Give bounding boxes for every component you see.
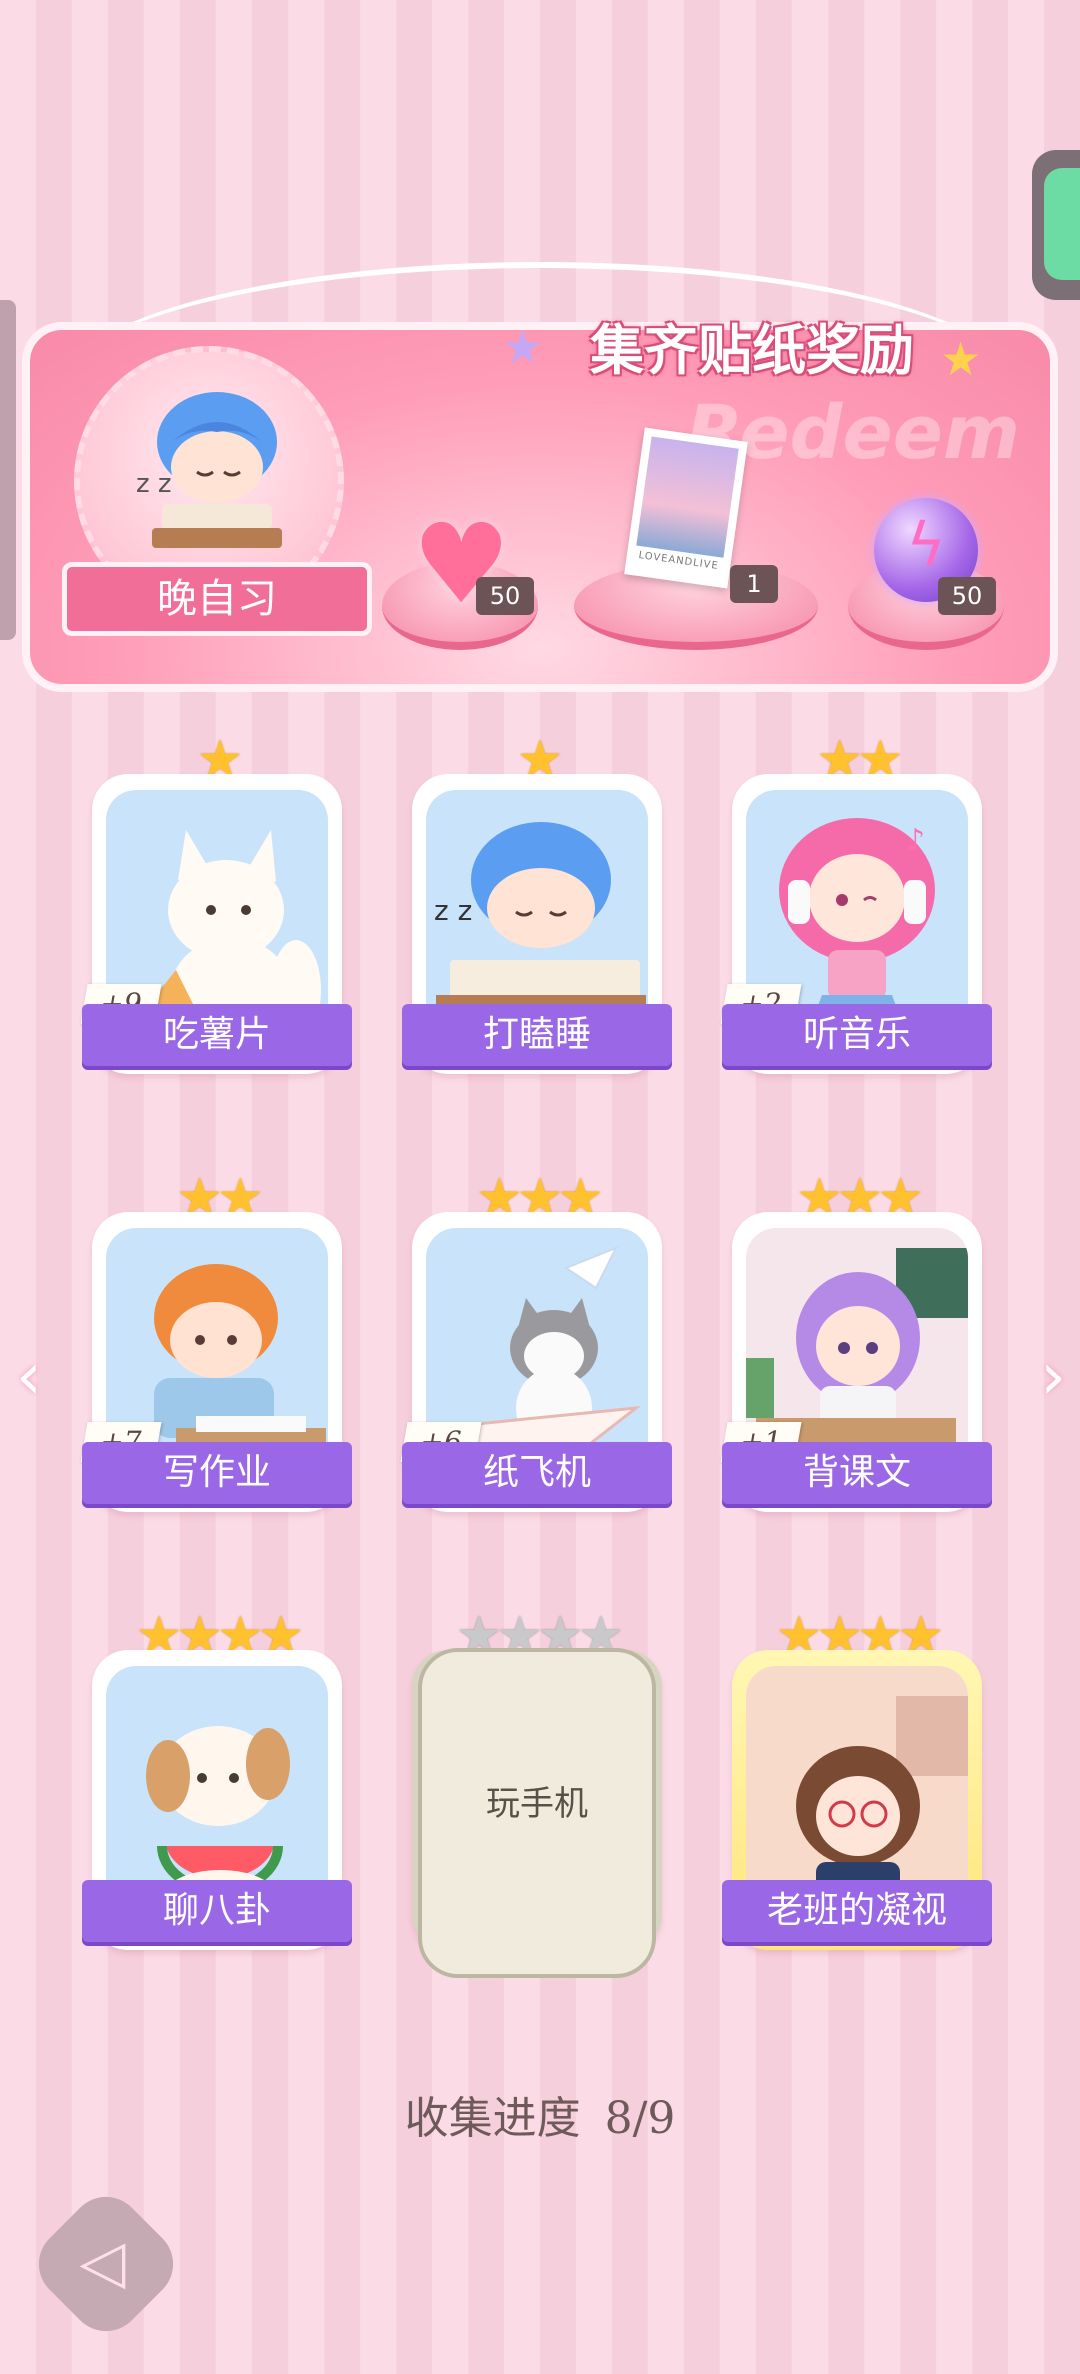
locked-sticker-label: 玩手机 xyxy=(486,1784,588,1824)
sticker-card[interactable]: ★ +9 吃薯片 xyxy=(80,732,352,1084)
sticker-label: 背课文 xyxy=(722,1442,992,1504)
sticker-card-special[interactable]: ★★★★ 老班的凝视 xyxy=(722,1608,992,1960)
svg-text:z z: z z xyxy=(136,469,172,499)
sticker-label: 吃薯片 xyxy=(82,1004,352,1066)
sticker-card[interactable]: ★★★★ 聊八卦 xyxy=(82,1608,352,1960)
featured-sticker-label: 晚自习 xyxy=(62,562,372,636)
reward-title: 集齐贴纸奖励 xyxy=(590,318,914,382)
sticker-card[interactable]: ★★★ +6 纸飞机 xyxy=(400,1170,672,1522)
progress-label: 收集进度 xyxy=(404,2093,581,2144)
sticker-card[interactable]: ★ z z 打瞌睡 xyxy=(402,732,672,1084)
sticker-label: 打瞌睡 xyxy=(402,1004,672,1066)
sticker-label: 聊八卦 xyxy=(82,1880,352,1942)
sticker-card[interactable]: ★★ ♪ +2 听音乐 xyxy=(720,732,992,1084)
sticker-card[interactable]: ★★ +7 写作业 xyxy=(80,1170,352,1522)
purple-star-icon: ★ xyxy=(502,320,544,374)
svg-text:♪: ♪ xyxy=(906,823,925,858)
reward-banner: Redeem ★ 集齐贴纸奖励 ★ z z 晚自习 ♥ LOVEANDLIVE … xyxy=(22,262,1058,692)
reward-count: 1 xyxy=(730,565,778,603)
reward-count: 50 xyxy=(476,577,534,615)
left-edge-tab[interactable] xyxy=(0,300,16,640)
next-page-arrow[interactable]: › xyxy=(1040,1340,1066,1414)
reward-count: 50 xyxy=(938,577,996,615)
back-button[interactable]: ◁ xyxy=(23,2181,189,2347)
sticker-label: 写作业 xyxy=(82,1442,352,1504)
sleeping-boy-icon: z z xyxy=(136,392,282,548)
collection-progress: 收集进度 8/9 xyxy=(0,2082,1080,2146)
yellow-star-icon: ★ xyxy=(940,332,982,386)
prev-page-arrow[interactable]: ‹ xyxy=(16,1340,42,1414)
svg-text:z z: z z xyxy=(434,894,472,927)
postcard-icon[interactable]: LOVEANDLIVE xyxy=(624,427,748,589)
progress-value: 8/9 xyxy=(604,2093,676,2144)
sticker-card[interactable]: ★★★ +1 背课文 xyxy=(720,1170,992,1522)
sticker-label: 老班的凝视 xyxy=(722,1880,992,1942)
sticker-card-locked[interactable]: ★★★★ 玩手机 xyxy=(412,1608,662,1978)
back-arrow-icon: ◁ xyxy=(79,2226,126,2297)
sticker-label: 听音乐 xyxy=(722,1004,992,1066)
sticker-label: 纸飞机 xyxy=(402,1442,672,1504)
